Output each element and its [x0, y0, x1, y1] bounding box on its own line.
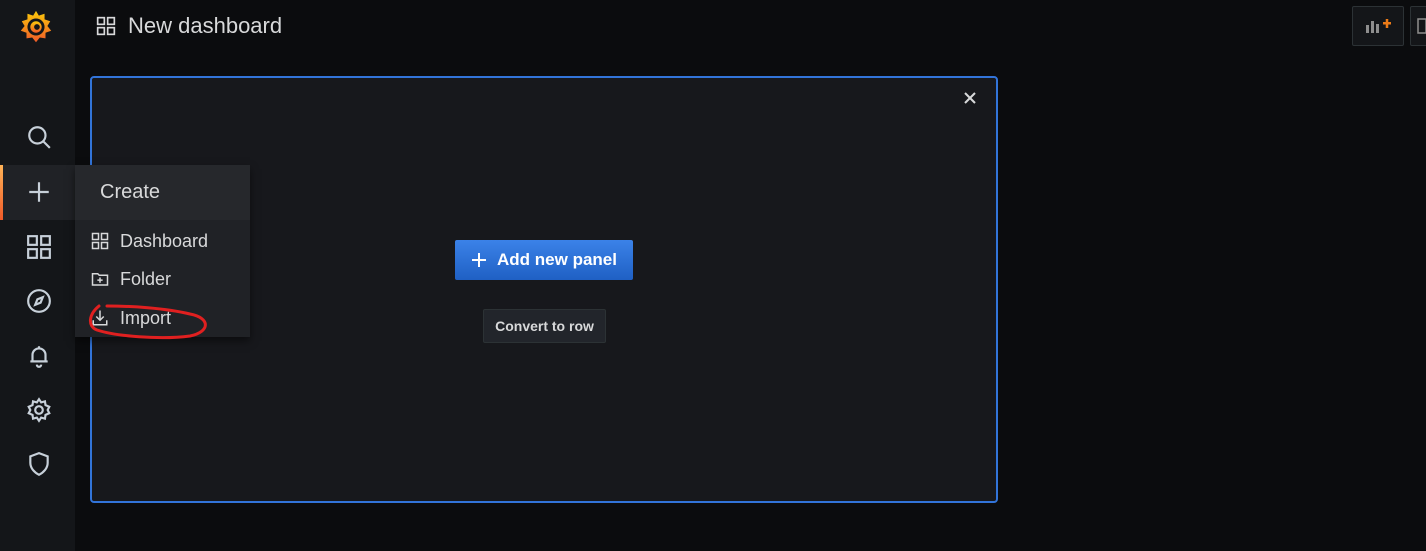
bell-icon — [30, 346, 48, 368]
menu-item-label: Folder — [120, 268, 172, 289]
apps-icon — [91, 232, 109, 250]
sidebar-item-search[interactable] — [20, 118, 58, 156]
page-title[interactable]: New dashboard — [96, 13, 282, 39]
menu-item-label: Import — [120, 307, 172, 328]
compass-icon — [27, 289, 51, 313]
search-icon — [28, 126, 51, 149]
sidebar-item-server-admin[interactable] — [20, 445, 58, 483]
menu-item-label: Dashboard — [120, 230, 209, 251]
add-new-panel-label: Add new panel — [497, 250, 617, 269]
menu-item-folder[interactable]: Folder — [91, 264, 171, 294]
sidebar-active-indicator — [0, 165, 3, 220]
shield-icon — [29, 452, 49, 477]
apps-icon — [27, 235, 51, 259]
apps-icon — [96, 16, 116, 36]
add-panel-toolbar-button[interactable] — [1352, 6, 1404, 46]
create-menu-title: Create — [100, 181, 161, 203]
sidebar — [0, 0, 75, 551]
plus-icon — [29, 182, 49, 202]
add-new-panel-button[interactable]: Add new panel — [455, 240, 633, 280]
grafana-logo-icon[interactable] — [17, 8, 55, 46]
sidebar-item-configuration[interactable] — [20, 391, 58, 429]
sidebar-item-create[interactable] — [20, 173, 58, 211]
folder-plus-icon — [91, 273, 109, 286]
sidebar-item-explore[interactable] — [20, 282, 58, 320]
menu-item-dashboard[interactable]: Dashboard — [91, 226, 208, 256]
plus-icon — [472, 253, 487, 267]
gear-icon — [27, 397, 51, 423]
panel-add-icon — [1366, 19, 1391, 33]
convert-to-row-label: Convert to row — [495, 318, 594, 334]
create-menu: Create Dashboard Folder Import — [75, 165, 250, 337]
dashboard-title: New dashboard — [128, 13, 283, 38]
import-icon — [92, 310, 108, 326]
create-menu-header[interactable]: Create — [75, 165, 250, 220]
sidebar-item-dashboards[interactable] — [20, 228, 58, 266]
close-icon[interactable] — [962, 90, 978, 106]
convert-to-row-button[interactable]: Convert to row — [483, 309, 606, 343]
sidebar-item-alerting[interactable] — [20, 337, 58, 375]
save-dashboard-button[interactable] — [1410, 6, 1426, 46]
save-icon — [1417, 18, 1426, 34]
menu-item-import[interactable]: Import — [91, 303, 171, 333]
